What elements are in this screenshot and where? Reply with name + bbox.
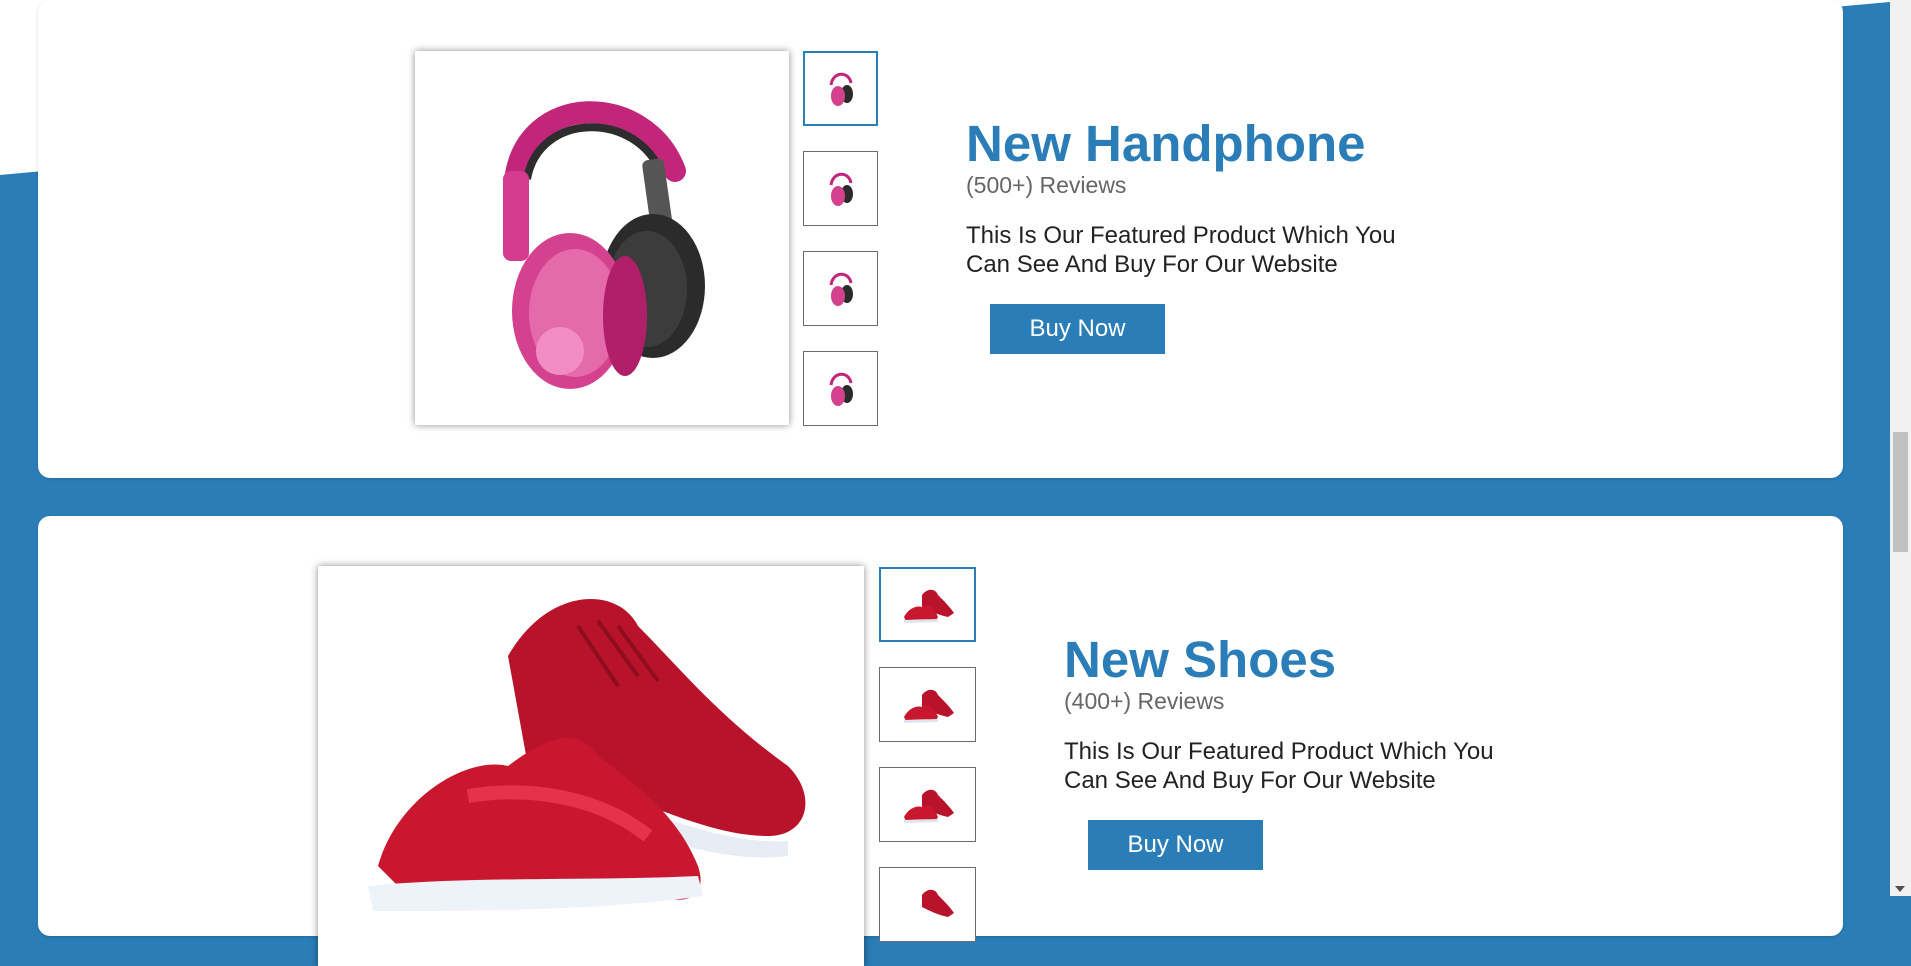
sneaker-icon: [921, 889, 954, 917]
product-title: New Shoes: [1064, 631, 1337, 688]
headphones-icon: [829, 172, 853, 206]
review-count: (400+) Reviews: [1064, 688, 1225, 714]
thumbnail-4[interactable]: [803, 351, 878, 426]
thumbnail-3[interactable]: [879, 767, 976, 842]
sneaker-icon: [368, 598, 806, 911]
thumbnail-1[interactable]: [803, 51, 878, 126]
vertical-scrollbar[interactable]: [1890, 0, 1911, 896]
product-info: New Shoes (400+) Reviews This Is Our Fea…: [1064, 631, 1534, 870]
product-info: New Handphone (500+) Reviews This Is Our…: [966, 115, 1436, 354]
sneaker-icon: [903, 589, 954, 623]
product-description: This Is Our Featured Product Which You C…: [1064, 738, 1494, 794]
headphones-icon: [829, 372, 853, 406]
product-title: New Handphone: [966, 115, 1366, 172]
sneaker-icon: [903, 789, 954, 823]
thumbnail-4[interactable]: [879, 867, 976, 942]
buy-now-button[interactable]: Buy Now: [990, 304, 1165, 354]
scroll-down-arrow-icon[interactable]: [1895, 886, 1905, 892]
review-count: (500+) Reviews: [966, 172, 1127, 198]
product-card-shoes: New Shoes (400+) Reviews This Is Our Fea…: [38, 516, 1843, 966]
product-description: This Is Our Featured Product Which You C…: [966, 222, 1396, 278]
sneaker-icon: [903, 689, 954, 723]
thumbnail-1[interactable]: [879, 567, 976, 642]
shoes-main-image: [318, 566, 864, 966]
product-card-headphones: New Handphone (500+) Reviews This Is Our…: [38, 0, 1843, 478]
buy-now-button[interactable]: Buy Now: [1088, 820, 1263, 870]
thumbnail-2[interactable]: [879, 667, 976, 742]
headphones-icon: [503, 101, 705, 389]
headphones-icon: [829, 72, 853, 106]
headphones-icon: [829, 272, 853, 306]
scrollbar-thumb[interactable]: [1893, 432, 1908, 552]
thumbnail-3[interactable]: [803, 251, 878, 326]
headphones-main-image: [415, 51, 789, 425]
thumbnail-2[interactable]: [803, 151, 878, 226]
